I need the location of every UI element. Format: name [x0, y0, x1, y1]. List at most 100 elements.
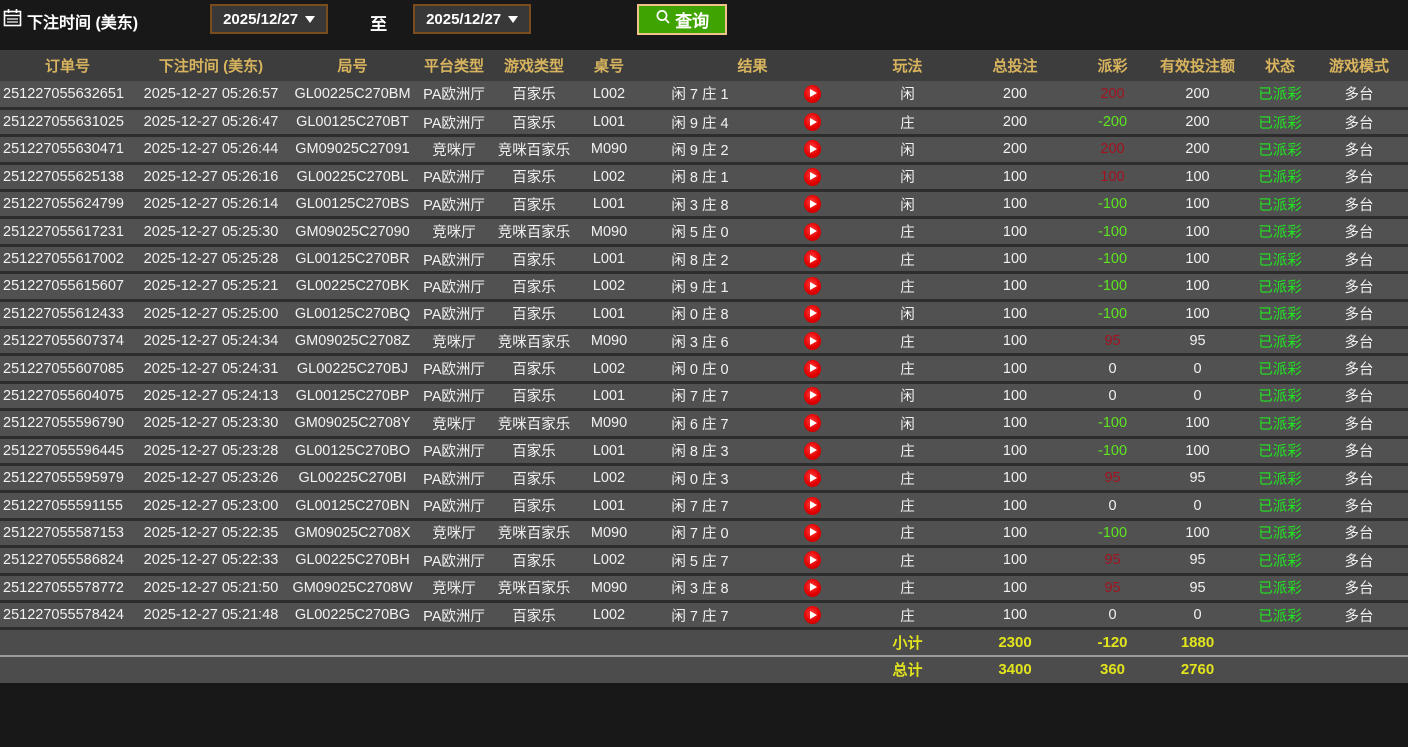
- payout-cell: 0: [1080, 382, 1146, 412]
- result-cell: 闲 0 庄 0: [640, 354, 760, 384]
- play-video-icon[interactable]: [804, 414, 821, 433]
- total-bet-cell: 100: [950, 601, 1081, 631]
- table-row: 251227055607085 2025-12-27 05:24:31 GL00…: [0, 354, 1408, 384]
- table-row: 251227055586824 2025-12-27 05:22:33 GL00…: [0, 546, 1408, 576]
- round-id-cell: GL00125C270BN: [287, 491, 418, 521]
- play-video-icon[interactable]: [804, 551, 821, 570]
- subtotal-label: 小计: [865, 627, 951, 656]
- valid-bet-cell: 100: [1145, 272, 1251, 302]
- play-video-icon[interactable]: [804, 606, 821, 625]
- play-type-cell: 闲: [865, 190, 951, 220]
- header-game-type: 游戏类型: [490, 50, 578, 81]
- platform-cell: PA欧洲厅: [418, 601, 490, 631]
- table-no-cell: L001: [578, 108, 640, 138]
- header-result: 结果: [640, 50, 866, 81]
- table-no-cell: L001: [578, 300, 640, 330]
- bet-time-cell: 2025-12-27 05:24:13: [135, 382, 287, 412]
- platform-cell: PA欧洲厅: [418, 81, 490, 110]
- subtotal-payout: -120: [1080, 627, 1146, 656]
- bet-time-cell: 2025-12-27 05:26:57: [135, 81, 287, 110]
- order-id-cell: 251227055630471: [0, 135, 135, 165]
- play-video-icon[interactable]: [804, 578, 821, 597]
- play-video-icon[interactable]: [804, 441, 821, 460]
- date-from-select[interactable]: 2025/12/27: [210, 4, 329, 34]
- play-video-icon[interactable]: [804, 167, 821, 186]
- order-id-cell: 251227055586824: [0, 546, 135, 576]
- result-cell: 闲 6 庄 7: [640, 409, 760, 439]
- valid-bet-cell: 100: [1145, 245, 1251, 275]
- valid-bet-cell: 200: [1145, 108, 1251, 138]
- play-video-icon[interactable]: [804, 140, 821, 159]
- subtotal-valid-bet: 1880: [1145, 627, 1251, 656]
- table-row: 251227055632651 2025-12-27 05:26:57 GL00…: [0, 81, 1408, 110]
- play-video-icon[interactable]: [804, 222, 821, 241]
- round-id-cell: GM09025C2708W: [287, 574, 418, 603]
- table-no-cell: L001: [578, 437, 640, 466]
- date-to-select[interactable]: 2025/12/27: [413, 4, 532, 34]
- table-no-cell: M090: [578, 135, 640, 165]
- bet-time-cell: 2025-12-27 05:25:21: [135, 272, 287, 302]
- valid-bet-cell: 0: [1145, 382, 1251, 412]
- result-cell: 闲 7 庄 7: [640, 601, 760, 631]
- round-id-cell: GL00125C270BO: [287, 437, 418, 466]
- table-no-cell: L001: [578, 190, 640, 220]
- round-id-cell: GL00225C270BH: [287, 546, 418, 576]
- status-cell: 已派彩: [1250, 327, 1311, 357]
- bet-time-cell: 2025-12-27 05:26:14: [135, 190, 287, 220]
- order-id-cell: 251227055617002: [0, 245, 135, 275]
- status-cell: 已派彩: [1250, 190, 1311, 220]
- table-no-cell: M090: [578, 574, 640, 603]
- table-row: 251227055578424 2025-12-27 05:21:48 GL00…: [0, 601, 1408, 631]
- query-button[interactable]: 查询: [637, 4, 728, 35]
- replay-cell: [760, 81, 866, 110]
- game-mode-cell: 多台: [1310, 464, 1408, 494]
- platform-cell: 竞咪厅: [418, 519, 490, 549]
- game-mode-cell: 多台: [1310, 108, 1408, 138]
- play-video-icon[interactable]: [804, 250, 821, 269]
- status-cell: 已派彩: [1250, 217, 1311, 247]
- game-mode-cell: 多台: [1310, 190, 1408, 220]
- valid-bet-cell: 100: [1145, 409, 1251, 439]
- game-type-cell: 百家乐: [490, 354, 578, 384]
- bet-time-cell: 2025-12-27 05:24:31: [135, 354, 287, 384]
- valid-bet-cell: 100: [1145, 190, 1251, 220]
- table-row: 251227055630471 2025-12-27 05:26:44 GM09…: [0, 135, 1408, 165]
- play-video-icon[interactable]: [804, 277, 821, 296]
- status-cell: 已派彩: [1250, 272, 1311, 302]
- table-no-cell: L001: [578, 245, 640, 275]
- round-id-cell: GM09025C2708Z: [287, 327, 418, 357]
- play-video-icon[interactable]: [804, 84, 821, 103]
- payout-cell: 95: [1080, 464, 1146, 494]
- play-video-icon[interactable]: [804, 386, 821, 405]
- play-video-icon[interactable]: [804, 113, 821, 132]
- status-cell: 已派彩: [1250, 382, 1311, 412]
- payout-cell: 95: [1080, 546, 1146, 576]
- result-cell: 闲 0 庄 3: [640, 464, 760, 494]
- play-video-icon[interactable]: [804, 359, 821, 378]
- grand-total-row: 总计 3400 360 2760: [0, 654, 1408, 683]
- payout-cell: 100: [1080, 163, 1146, 193]
- payout-cell: -100: [1080, 519, 1146, 549]
- replay-cell: [760, 437, 866, 466]
- play-video-icon[interactable]: [804, 523, 821, 542]
- platform-cell: PA欧洲厅: [418, 245, 490, 275]
- game-type-cell: 百家乐: [490, 382, 578, 412]
- play-video-icon[interactable]: [804, 332, 821, 351]
- play-video-icon[interactable]: [804, 195, 821, 214]
- play-video-icon[interactable]: [804, 496, 821, 515]
- result-cell: 闲 7 庄 7: [640, 382, 760, 412]
- play-type-cell: 庄: [865, 354, 951, 384]
- game-mode-cell: 多台: [1310, 574, 1408, 603]
- total-bet-cell: 100: [950, 217, 1081, 247]
- play-type-cell: 闲: [865, 382, 951, 412]
- play-video-icon[interactable]: [804, 469, 821, 488]
- table-row: 251227055596790 2025-12-27 05:23:30 GM09…: [0, 409, 1408, 439]
- play-video-icon[interactable]: [804, 304, 821, 323]
- order-id-cell: 251227055631025: [0, 108, 135, 138]
- platform-cell: 竞咪厅: [418, 327, 490, 357]
- status-cell: 已派彩: [1250, 354, 1311, 384]
- payout-cell: -100: [1080, 245, 1146, 275]
- round-id-cell: GL00225C270BG: [287, 601, 418, 631]
- platform-cell: PA欧洲厅: [418, 108, 490, 138]
- table-row: 251227055591155 2025-12-27 05:23:00 GL00…: [0, 491, 1408, 521]
